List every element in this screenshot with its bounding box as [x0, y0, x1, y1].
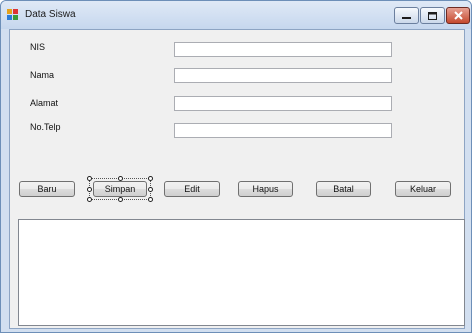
data-list[interactable] — [18, 219, 465, 326]
batal-button[interactable]: Batal — [316, 181, 371, 197]
title-bar[interactable]: Data Siswa — [1, 1, 471, 29]
resize-handle-right[interactable] — [148, 187, 153, 192]
no-telp-field[interactable] — [174, 123, 392, 138]
maximize-icon — [428, 11, 437, 20]
app-icon — [7, 9, 18, 20]
minimize-button[interactable] — [394, 7, 419, 24]
maximize-button[interactable] — [420, 7, 445, 24]
minimize-icon — [402, 16, 411, 19]
window-title: Data Siswa — [25, 9, 76, 20]
resize-handle-bottom-left[interactable] — [87, 197, 92, 202]
form-client-area: NIS Nama Alamat No.Telp Baru Simpan Edit… — [9, 29, 465, 329]
simpan-button[interactable]: Simpan — [93, 181, 147, 197]
resize-handle-top-right[interactable] — [148, 176, 153, 181]
alamat-field[interactable] — [174, 96, 392, 111]
edit-button[interactable]: Edit — [164, 181, 220, 197]
resize-handle-bottom[interactable] — [118, 197, 123, 202]
baru-button[interactable]: Baru — [19, 181, 75, 197]
close-icon — [453, 11, 463, 20]
resize-handle-left[interactable] — [87, 187, 92, 192]
keluar-button[interactable]: Keluar — [395, 181, 451, 197]
resize-handle-top-left[interactable] — [87, 176, 92, 181]
no-telp-label: No.Telp — [30, 122, 61, 132]
nis-label: NIS — [30, 42, 46, 52]
resize-handle-bottom-right[interactable] — [148, 197, 153, 202]
alamat-label: Alamat — [30, 98, 59, 108]
form-window: Data Siswa NIS Nama Alamat No.Telp Baru — [0, 0, 472, 333]
close-button[interactable] — [446, 7, 470, 24]
nama-field[interactable] — [174, 68, 392, 83]
nis-field[interactable] — [174, 42, 392, 57]
nama-label: Nama — [30, 70, 55, 80]
hapus-button[interactable]: Hapus — [238, 181, 293, 197]
